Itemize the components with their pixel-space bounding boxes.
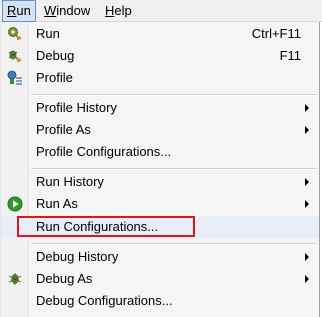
menu-item-label: Debug As — [36, 271, 93, 286]
menu-item-run-history[interactable]: Run History — [1, 171, 319, 193]
submenu-arrow-icon — [305, 178, 309, 186]
highlight-annotation-box — [17, 216, 195, 237]
menu-item-label: Debug Configurations... — [36, 293, 173, 308]
menu-item-debug[interactable]: Debug F11 — [1, 45, 319, 67]
menu-item-profile-history[interactable]: Profile History — [1, 97, 319, 119]
submenu-arrow-icon — [305, 275, 309, 283]
menu-item-label: Profile History — [36, 100, 117, 115]
menu-item-label: Profile As — [36, 122, 91, 137]
profile-icon — [7, 70, 23, 86]
menu-item-label: Profile — [36, 70, 73, 85]
menu-window-mnemonic: W — [44, 3, 57, 18]
menu-item-profile-as[interactable]: Profile As — [1, 119, 319, 141]
menu-item-debug-configurations[interactable]: Debug Configurations... — [1, 290, 319, 312]
menu-item-label: Profile Configurations... — [36, 144, 172, 159]
menu-item-label: Run As — [36, 196, 78, 211]
menu-run-label: un — [16, 3, 31, 18]
menu-separator — [31, 168, 317, 170]
menu-separator — [31, 94, 317, 96]
menu-run-mnemonic: R — [7, 3, 17, 18]
debug-bug-icon — [7, 271, 23, 287]
menu-item-label: Run History — [36, 174, 104, 189]
menu-item-shortcut: Ctrl+F11 — [251, 26, 301, 41]
menu-item-label: Debug History — [36, 249, 119, 264]
menu-item-debug-history[interactable]: Debug History — [1, 246, 319, 268]
debug-bug-icon — [7, 48, 23, 64]
menu-window-label: indow — [56, 3, 91, 18]
menu-item-debug-as[interactable]: Debug As — [1, 268, 319, 290]
run-play-icon — [7, 196, 23, 212]
submenu-arrow-icon — [305, 126, 309, 134]
menu-bar: Run Window Help — [0, 0, 322, 22]
menu-item-run-as[interactable]: Run As — [1, 193, 319, 215]
menu-item-run[interactable]: Run Ctrl+F11 — [1, 23, 319, 45]
menu-window[interactable]: Window — [39, 0, 95, 22]
menu-separator — [31, 243, 317, 245]
run-dropdown-menu: Run Ctrl+F11 Debug F11 Profile Profile H… — [0, 22, 320, 317]
menu-help[interactable]: Help — [100, 0, 137, 22]
menu-item-profile[interactable]: Profile — [1, 67, 319, 89]
menu-help-label: elp — [114, 3, 132, 18]
menu-item-profile-configurations[interactable]: Profile Configurations... — [1, 141, 319, 163]
submenu-arrow-icon — [305, 104, 309, 112]
menu-run[interactable]: Run — [2, 0, 36, 22]
menu-item-label: Debug — [36, 48, 75, 63]
menu-item-shortcut: F11 — [279, 48, 301, 63]
submenu-arrow-icon — [305, 200, 309, 208]
submenu-arrow-icon — [305, 253, 309, 261]
run-gear-icon — [7, 26, 23, 42]
menu-item-label: Run — [36, 26, 60, 41]
menu-help-mnemonic: H — [105, 3, 115, 18]
